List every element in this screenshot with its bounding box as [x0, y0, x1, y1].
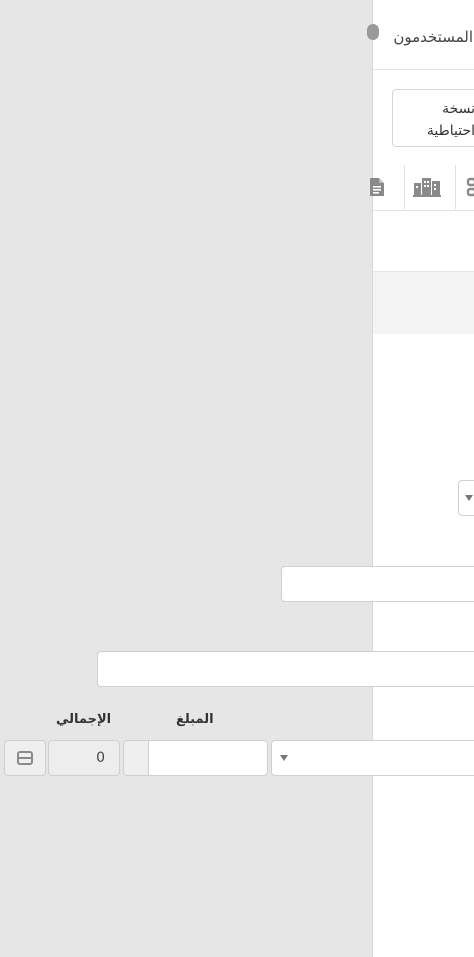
delete-row-button[interactable]: [4, 740, 46, 776]
total-label: الإجمالي: [56, 712, 112, 727]
buildings-icon[interactable]: [409, 165, 445, 209]
users-menu-label[interactable]: المستخدمون: [353, 28, 473, 46]
text-input-2[interactable]: [97, 651, 474, 687]
select-dropdown[interactable]: [458, 480, 474, 516]
connections-icon[interactable]: [459, 165, 474, 209]
toolbar-divider: [404, 165, 405, 209]
side-panel: المستخدمون نسخة احتياطية: [367, 0, 474, 957]
toolbar-divider: [455, 165, 456, 209]
amount-input[interactable]: [147, 740, 268, 776]
total-value: 0: [96, 750, 105, 766]
icon-toolbar: [370, 165, 474, 211]
top-bar: المستخدمون: [367, 0, 474, 70]
delete-row-icon: [17, 751, 33, 765]
amount-addon: [123, 740, 149, 776]
total-field: 0: [48, 740, 120, 776]
item-select[interactable]: [271, 740, 474, 776]
chevron-down-icon: [280, 755, 288, 761]
amount-label: المبلغ: [176, 712, 214, 727]
backup-label-line2: احتياطية: [426, 123, 474, 139]
document-icon[interactable]: [359, 165, 395, 209]
backup-label-line1: نسخة: [442, 101, 474, 117]
backup-button[interactable]: نسخة احتياطية: [392, 89, 474, 147]
section-header-band: [373, 272, 474, 334]
chevron-down-icon: [465, 495, 473, 501]
text-input-1[interactable]: [281, 566, 474, 602]
